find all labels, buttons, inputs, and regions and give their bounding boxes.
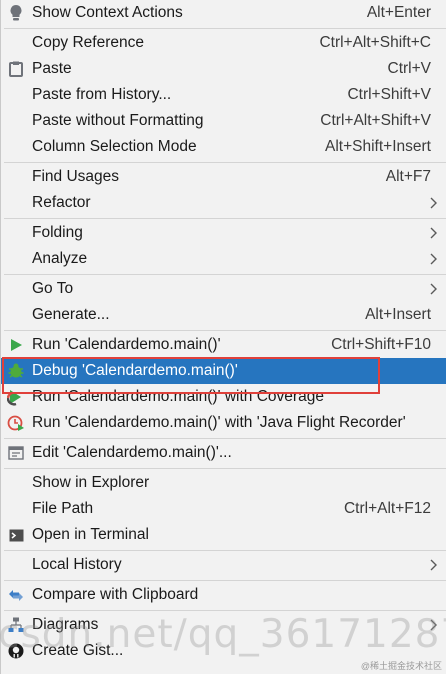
menu-item-show-context-actions[interactable]: Show Context Actions Alt+Enter <box>1 0 446 26</box>
menu-item-shortcut: Ctrl+Shift+V <box>347 86 431 103</box>
menu-item-analyze[interactable]: Analyze <box>1 246 446 272</box>
menu-item-column-selection-mode[interactable]: Column Selection Mode Alt+Shift+Insert <box>1 134 446 160</box>
lightbulb-icon <box>7 4 25 22</box>
menu-item-label: Show Context Actions <box>32 4 183 21</box>
menu-item-shortcut: Ctrl+Alt+Shift+V <box>320 112 431 129</box>
menu-item-label: File Path <box>32 500 94 517</box>
menu-item-label: Local History <box>32 556 122 573</box>
menu-item-run-coverage[interactable]: Run 'Calendardemo.main()' with Coverage <box>1 384 446 410</box>
menu-item-label: Edit 'Calendardemo.main()'... <box>32 444 232 461</box>
menu-item-label: Refactor <box>32 194 91 211</box>
menu-item-copy-reference[interactable]: Copy Reference Ctrl+Alt+Shift+C <box>1 30 446 56</box>
edit-config-icon <box>7 444 25 462</box>
menu-item-shortcut: Ctrl+Shift+F10 <box>331 336 431 353</box>
menu-item-shortcut: Alt+F7 <box>385 168 431 185</box>
run-icon <box>7 336 25 354</box>
menu-item-label: Find Usages <box>32 168 120 185</box>
menu-item-label: Analyze <box>32 250 88 267</box>
menu-item-shortcut: Alt+Shift+Insert <box>325 138 431 155</box>
menu-item-debug[interactable]: Debug 'Calendardemo.main()' <box>1 358 446 384</box>
menu-item-label: Run 'Calendardemo.main()' with Coverage <box>32 388 324 405</box>
menu-item-shortcut: Ctrl+Alt+F12 <box>343 500 431 517</box>
menu-item-generate[interactable]: Generate... Alt+Insert <box>1 302 446 328</box>
menu-item-label: Diagrams <box>32 616 99 633</box>
menu-item-label: Run 'Calendardemo.main()' with 'Java Fli… <box>32 414 406 431</box>
menu-item-label: Debug 'Calendardemo.main()' <box>32 362 238 379</box>
menu-item-label: Generate... <box>32 306 110 323</box>
submenu-arrow-icon <box>429 282 439 296</box>
menu-item-find-usages[interactable]: Find Usages Alt+F7 <box>1 164 446 190</box>
profiler-icon <box>7 414 25 432</box>
menu-item-diagrams[interactable]: Diagrams <box>1 612 446 638</box>
menu-item-label: Open in Terminal <box>32 526 149 543</box>
menu-item-go-to[interactable]: Go To <box>1 276 446 302</box>
menu-item-shortcut: Alt+Insert <box>365 306 431 323</box>
menu-item-shortcut: Ctrl+V <box>387 60 432 77</box>
menu-item-paste-from-history[interactable]: Paste from History... Ctrl+Shift+V <box>1 82 446 108</box>
submenu-arrow-icon <box>429 252 439 266</box>
menu-item-label: Create Gist... <box>32 642 124 659</box>
menu-item-label: Copy Reference <box>32 34 145 51</box>
menu-item-label: Paste without Formatting <box>32 112 204 129</box>
github-icon <box>7 642 25 660</box>
menu-item-refactor[interactable]: Refactor <box>1 190 446 216</box>
coverage-icon <box>7 388 25 406</box>
credit-watermark: @稀土掘金技术社区 <box>360 661 442 671</box>
submenu-arrow-icon <box>429 226 439 240</box>
debug-icon <box>7 362 25 380</box>
menu-item-label: Column Selection Mode <box>32 138 197 155</box>
menu-item-shortcut: Ctrl+Alt+Shift+C <box>319 34 431 51</box>
menu-item-compare-with-clipboard[interactable]: Compare with Clipboard <box>1 582 446 608</box>
clipboard-icon <box>7 60 25 78</box>
menu-item-file-path[interactable]: File Path Ctrl+Alt+F12 <box>1 496 446 522</box>
menu-item-label: Go To <box>32 280 74 297</box>
submenu-arrow-icon <box>429 618 439 632</box>
menu-item-folding[interactable]: Folding <box>1 220 446 246</box>
compare-icon <box>7 586 25 604</box>
menu-item-label: Run 'Calendardemo.main()' <box>32 336 221 353</box>
terminal-icon <box>7 526 25 544</box>
menu-item-label: Paste from History... <box>32 86 172 103</box>
submenu-arrow-icon <box>429 558 439 572</box>
menu-item-run-jfr[interactable]: Run 'Calendardemo.main()' with 'Java Fli… <box>1 410 446 436</box>
menu-item-open-in-terminal[interactable]: Open in Terminal <box>1 522 446 548</box>
menu-item-label: Compare with Clipboard <box>32 586 199 603</box>
menu-item-local-history[interactable]: Local History <box>1 552 446 578</box>
menu-item-edit-config[interactable]: Edit 'Calendardemo.main()'... <box>1 440 446 466</box>
menu-item-paste-without-formatting[interactable]: Paste without Formatting Ctrl+Alt+Shift+V <box>1 108 446 134</box>
menu-item-shortcut: Alt+Enter <box>366 4 431 21</box>
menu-item-show-in-explorer[interactable]: Show in Explorer <box>1 470 446 496</box>
menu-item-run[interactable]: Run 'Calendardemo.main()' Ctrl+Shift+F10 <box>1 332 446 358</box>
menu-item-label: Show in Explorer <box>32 474 150 491</box>
menu-item-label: Folding <box>32 224 83 241</box>
submenu-arrow-icon <box>429 196 439 210</box>
diagram-icon <box>7 616 25 634</box>
menu-item-paste[interactable]: Paste Ctrl+V <box>1 56 446 82</box>
menu-item-label: Paste <box>32 60 72 77</box>
context-menu: Show Context Actions Alt+Enter Copy Refere… <box>0 0 446 674</box>
